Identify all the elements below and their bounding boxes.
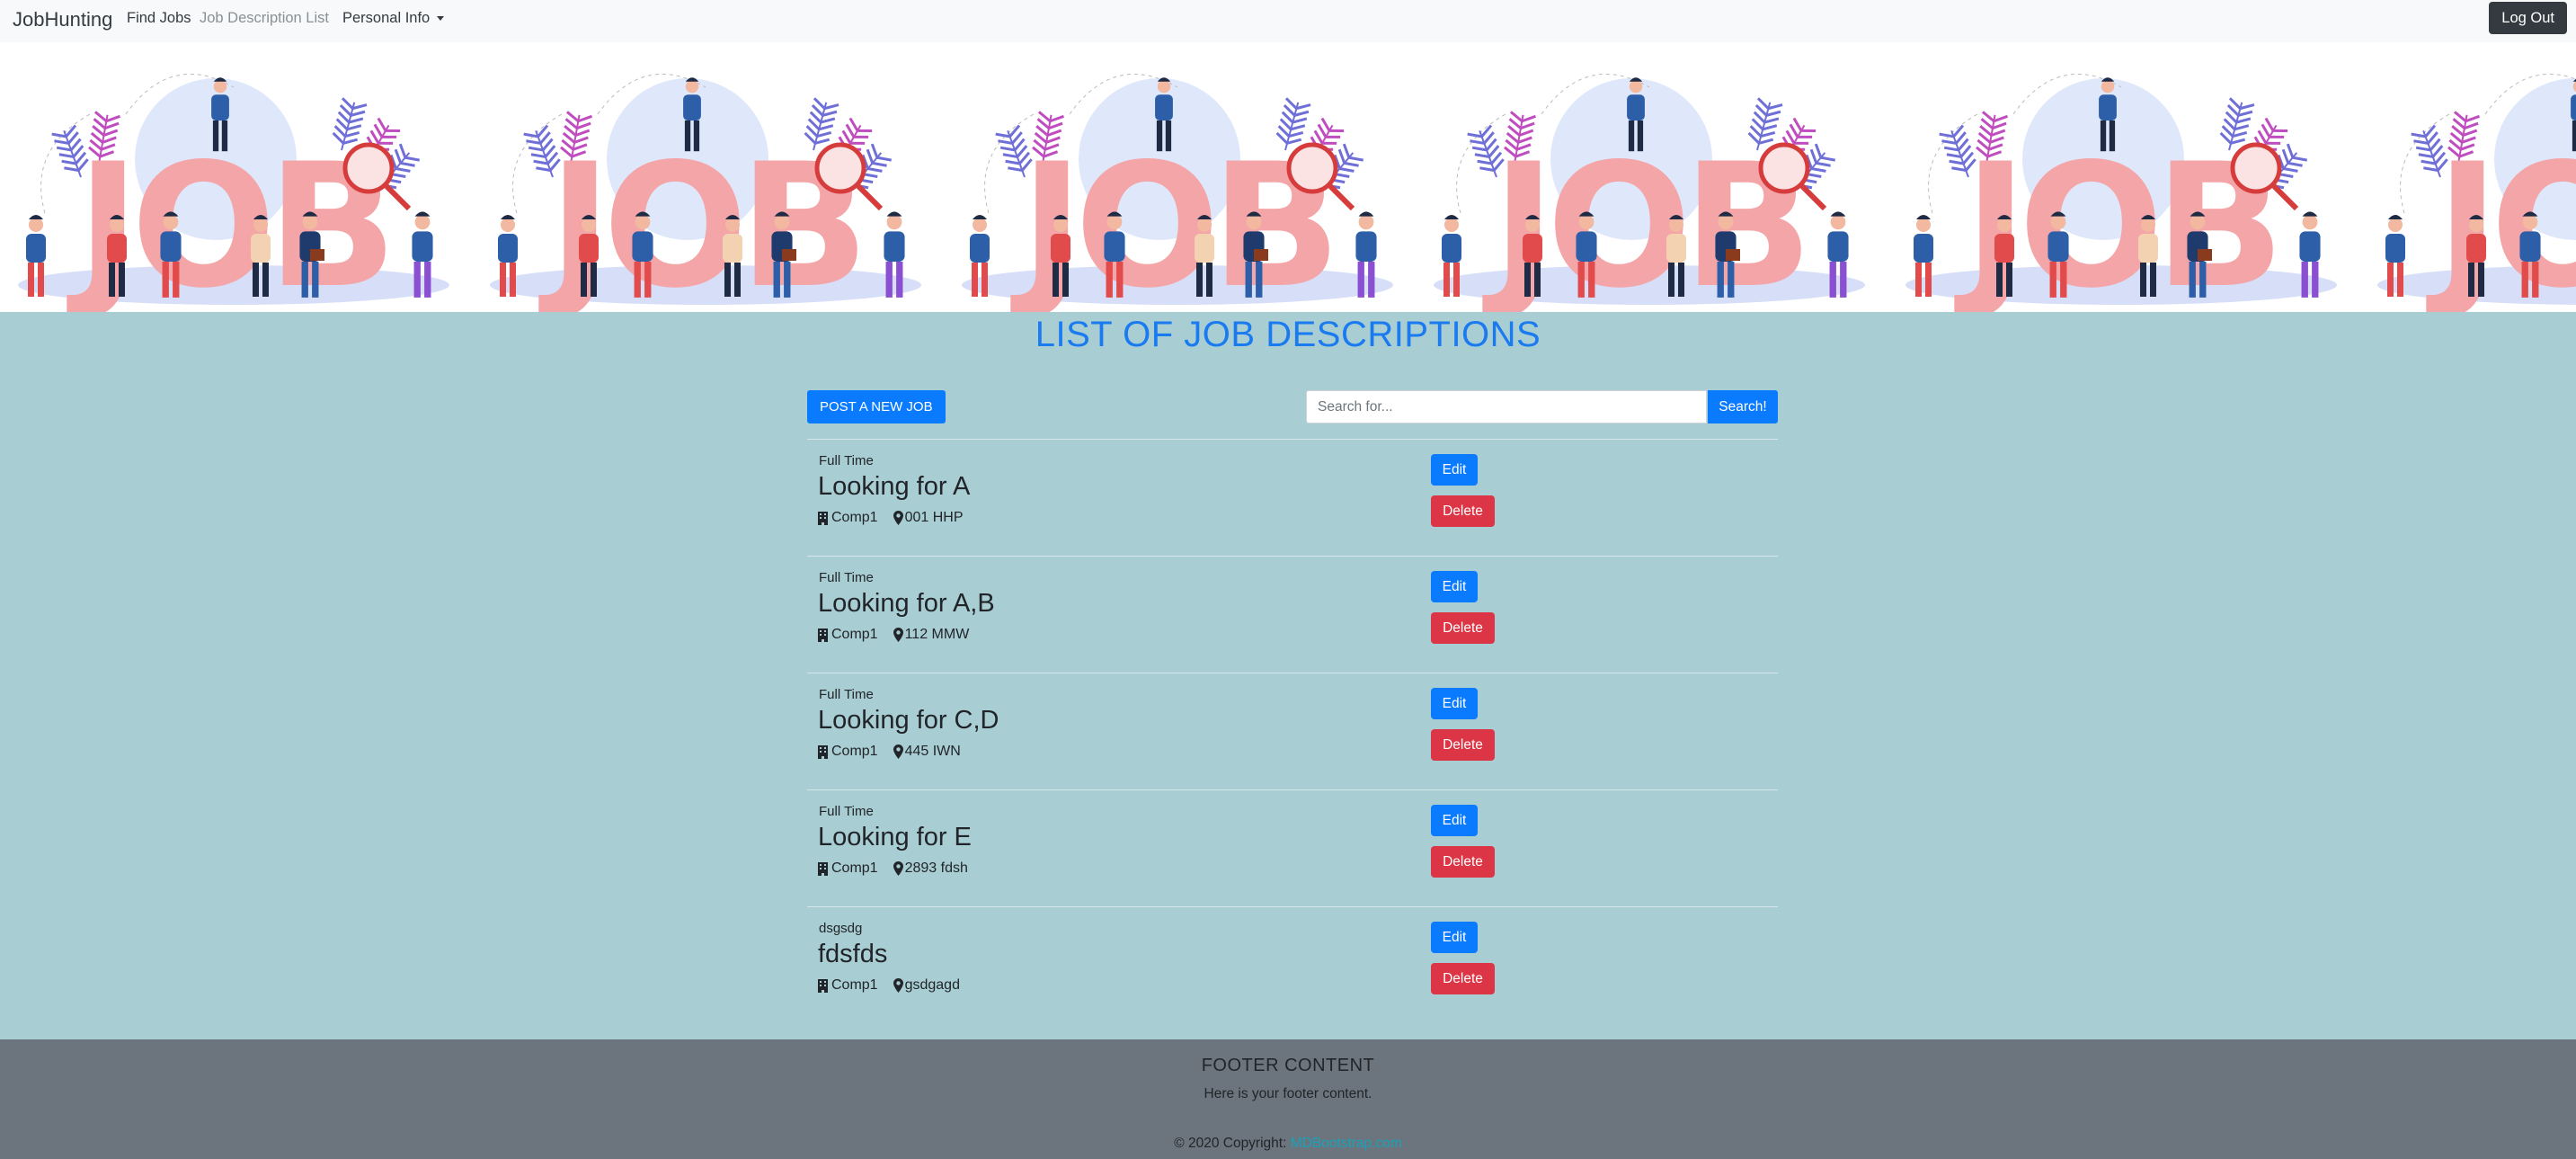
job-location: 112 MMW [904, 627, 970, 642]
search-input[interactable] [1306, 390, 1707, 423]
job-title: fdsfds [818, 940, 888, 968]
job-type: Full Time [819, 804, 874, 819]
nav-job-description-list[interactable]: Job Description List [200, 10, 329, 27]
job-type: Full Time [819, 453, 874, 468]
job-item: dsgsdg fdsfds Comp1 gsdgagd Edit Delete [807, 906, 1778, 1023]
job-company: Comp1 [831, 977, 878, 993]
banner: JOBJOBJOBJOBJOBJOB [0, 42, 2576, 312]
job-meta: Comp1 001 HHP [818, 510, 964, 526]
page-title: LIST OF JOB DESCRIPTIONS [1035, 315, 1541, 354]
nav-find-jobs[interactable]: Find Jobs [127, 10, 191, 27]
footer-text: Here is your footer content. [1204, 1086, 1372, 1101]
job-title: Looking for A,B [818, 589, 995, 618]
footer-link[interactable]: MDBootstrap.com [1291, 1136, 1402, 1151]
job-meta: Comp1 112 MMW [818, 627, 969, 643]
job-location: 2893 fdsh [904, 860, 968, 876]
job-illustration-tile: JOB [2377, 74, 2576, 312]
navbar: JobHunting Find Jobs Job Description Lis… [0, 0, 2576, 42]
caret-down-icon [437, 16, 445, 22]
job-item: Full Time Looking for C,D Comp1 445 IWN … [807, 673, 1778, 789]
building-icon [818, 628, 828, 642]
footer-copyright: © 2020 Copyright: MDBootstrap.com [0, 1136, 2576, 1152]
job-title: Looking for A [818, 472, 971, 501]
job-illustration-tile: JOB [962, 74, 1393, 312]
svg-text:JOB: JOB [2426, 127, 2576, 312]
edit-button[interactable]: Edit [1431, 454, 1478, 486]
job-company: Comp1 [831, 627, 878, 642]
delete-button[interactable]: Delete [1431, 846, 1495, 878]
building-icon [818, 978, 828, 993]
job-list: Full Time Looking for A Comp1 001 HHP Ed… [807, 439, 1778, 1023]
map-pin-icon [893, 861, 903, 876]
job-type: Full Time [819, 687, 874, 702]
job-illustration-tile: JOB [490, 74, 921, 312]
job-location: 001 HHP [904, 510, 964, 525]
edit-button[interactable]: Edit [1431, 805, 1478, 836]
job-company: Comp1 [831, 860, 878, 876]
job-meta: Comp1 2893 fdsh [818, 860, 968, 877]
search-button[interactable]: Search! [1708, 390, 1778, 423]
map-pin-icon [893, 628, 903, 642]
job-location: 445 IWN [904, 744, 961, 759]
logout-button[interactable]: Log Out [2489, 2, 2567, 34]
post-new-job-button[interactable]: POST A NEW JOB [807, 390, 946, 423]
map-pin-icon [893, 978, 903, 993]
job-meta: Comp1 445 IWN [818, 744, 961, 760]
job-company: Comp1 [831, 744, 878, 759]
job-company: Comp1 [831, 510, 878, 525]
job-illustration-tile: JOB [1905, 74, 2337, 312]
job-illustration-tile: JOB [1434, 74, 1865, 312]
job-item: Full Time Looking for E Comp1 2893 fdsh … [807, 789, 1778, 906]
job-meta: Comp1 gsdgagd [818, 977, 960, 994]
job-illustration-tile: JOB [18, 74, 449, 312]
map-pin-icon [893, 744, 903, 759]
building-icon [818, 861, 828, 876]
copyright-text: © 2020 Copyright: [1174, 1136, 1287, 1151]
delete-button[interactable]: Delete [1431, 729, 1495, 761]
job-location: gsdgagd [904, 977, 960, 993]
delete-button[interactable]: Delete [1431, 495, 1495, 527]
brand-link[interactable]: JobHunting [13, 8, 112, 31]
building-icon [818, 744, 828, 759]
job-title: Looking for E [818, 823, 972, 851]
building-icon [818, 511, 828, 525]
job-item: Full Time Looking for A,B Comp1 112 MMW … [807, 556, 1778, 673]
nav-personal-info-dropdown[interactable]: Personal Info [342, 10, 445, 27]
job-item: Full Time Looking for A Comp1 001 HHP Ed… [807, 439, 1778, 556]
job-type: Full Time [819, 570, 874, 585]
edit-button[interactable]: Edit [1431, 571, 1478, 602]
delete-button[interactable]: Delete [1431, 963, 1495, 994]
edit-button[interactable]: Edit [1431, 922, 1478, 953]
job-title: Looking for C,D [818, 706, 999, 735]
map-pin-icon [893, 511, 903, 525]
job-type: dsgsdg [819, 921, 863, 936]
footer-title: FOOTER CONTENT [1201, 1056, 1375, 1075]
footer: FOOTER CONTENT Here is your footer conte… [0, 1039, 2576, 1159]
edit-button[interactable]: Edit [1431, 688, 1478, 719]
delete-button[interactable]: Delete [1431, 612, 1495, 644]
personal-info-label: Personal Info [342, 10, 431, 26]
